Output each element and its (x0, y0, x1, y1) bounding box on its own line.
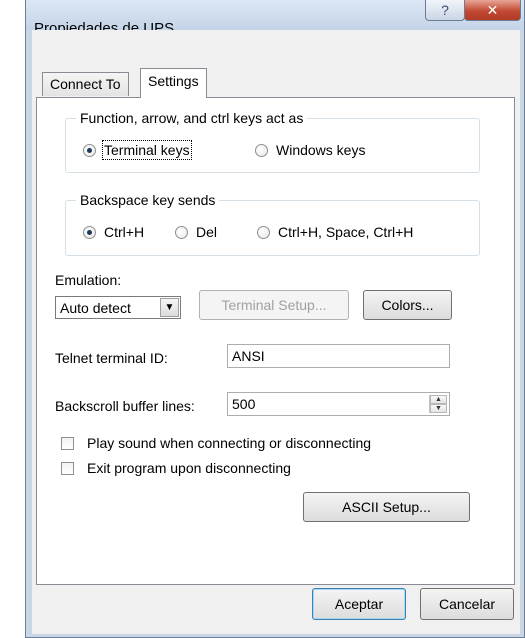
telnet-id-input[interactable]: ANSI (227, 344, 450, 368)
chevron-down-icon[interactable]: ▼ (160, 298, 179, 317)
radio-checked-icon (83, 143, 96, 157)
play-sound-label[interactable]: Play sound when connecting or disconnect… (87, 434, 371, 452)
settings-panel: Function, arrow, and ctrl keys act as Te… (36, 97, 515, 585)
close-icon: ✕ (486, 1, 499, 18)
ok-button[interactable]: Aceptar (312, 588, 406, 620)
backscroll-label: Backscroll buffer lines: (55, 398, 195, 414)
radio-unchecked-icon (175, 225, 188, 239)
spin-up-icon[interactable]: ▲ (430, 395, 447, 404)
cancel-button[interactable]: Cancelar (420, 588, 514, 620)
radio-del[interactable]: Del (175, 224, 217, 240)
backspace-group-title: Backspace key sends (76, 191, 220, 209)
tab-settings-label: Settings (148, 73, 199, 89)
radio-ctrl-h[interactable]: Ctrl+H (83, 224, 144, 240)
tab-settings[interactable]: Settings (140, 68, 207, 98)
help-button[interactable]: ? (425, 0, 465, 21)
emulation-selected-value: Auto detect (60, 299, 131, 316)
radio-ctrl-h-space-label: Ctrl+H, Space, Ctrl+H (278, 224, 414, 240)
backscroll-input[interactable]: 500 ▲ ▼ (227, 392, 450, 416)
backscroll-value: 500 (232, 396, 256, 412)
help-icon: ? (441, 2, 449, 18)
telnet-id-value: ANSI (232, 348, 265, 364)
tab-connect-to-label: Connect To (50, 76, 121, 92)
properties-dialog: Propiedades de UPS ? ✕ Connect To Settin… (25, 0, 525, 638)
cancel-label: Cancelar (438, 596, 496, 612)
title-bar[interactable]: Propiedades de UPS ? ✕ (26, 0, 524, 37)
colors-label: Colors... (381, 297, 434, 313)
emulation-label: Emulation: (55, 272, 122, 288)
radio-windows-keys[interactable]: Windows keys (255, 142, 365, 158)
play-sound-checkbox[interactable] (61, 437, 74, 450)
radio-ctrl-h-space[interactable]: Ctrl+H, Space, Ctrl+H (257, 224, 413, 240)
radio-unchecked-icon (255, 143, 268, 157)
keys-group-title: Function, arrow, and ctrl keys act as (76, 109, 308, 127)
exit-program-checkbox[interactable] (61, 462, 74, 475)
spin-down-icon[interactable]: ▼ (430, 404, 447, 413)
colors-button[interactable]: Colors... (363, 290, 452, 320)
radio-ctrl-h-label: Ctrl+H (104, 224, 145, 240)
tab-connect-to[interactable]: Connect To (42, 72, 129, 96)
telnet-id-label: Telnet terminal ID: (55, 350, 168, 366)
radio-terminal-keys-label: Terminal keys (102, 140, 192, 160)
radio-unchecked-icon (257, 225, 270, 239)
radio-terminal-keys[interactable]: Terminal keys (83, 140, 192, 160)
ascii-setup-button[interactable]: ASCII Setup... (303, 492, 470, 522)
dialog-client-area: Connect To Settings Function, arrow, and… (32, 30, 520, 634)
ok-label: Aceptar (334, 596, 384, 612)
ascii-setup-label: ASCII Setup... (342, 499, 431, 515)
terminal-setup-button[interactable]: Terminal Setup... (199, 290, 349, 320)
radio-del-label: Del (196, 224, 218, 240)
close-button[interactable]: ✕ (464, 0, 521, 21)
radio-checked-icon (83, 225, 96, 239)
backscroll-spinner[interactable]: ▲ ▼ (429, 395, 447, 413)
exit-program-label[interactable]: Exit program upon disconnecting (87, 459, 291, 477)
radio-windows-keys-label: Windows keys (276, 142, 366, 158)
terminal-setup-label: Terminal Setup... (221, 297, 327, 313)
emulation-select[interactable]: Auto detect ▼ (55, 296, 181, 319)
